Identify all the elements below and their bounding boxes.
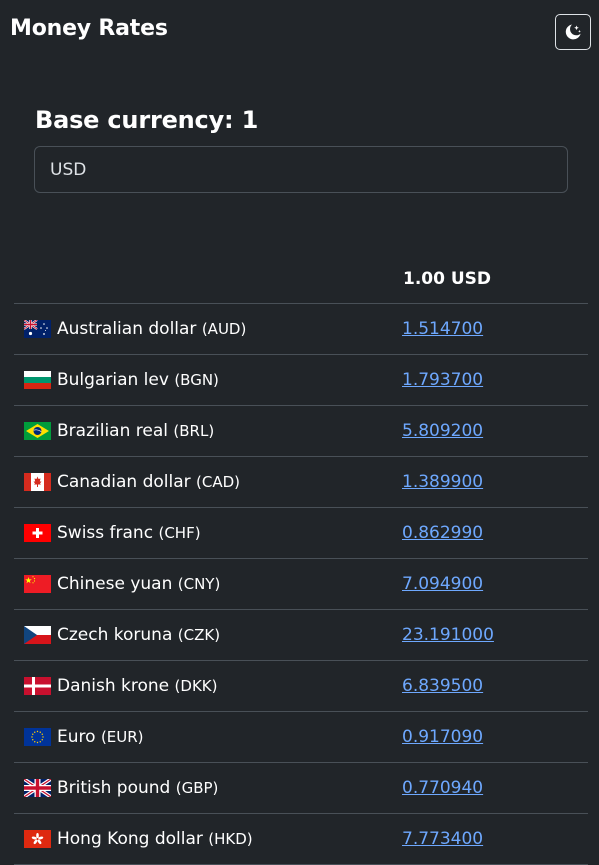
currency-code: (CNY) — [177, 575, 221, 593]
currency-name-text: Euro — [57, 727, 96, 747]
currency-name-text: Canadian dollar — [57, 472, 191, 492]
currency-name-text: Hong Kong dollar — [57, 829, 203, 849]
rate-link[interactable]: 0.917090 — [402, 727, 483, 747]
currency-name: Australian dollar (AUD) — [57, 319, 246, 339]
table-row: Australian dollar (AUD) 1.514700 — [14, 304, 588, 355]
flag-bg-icon — [24, 371, 51, 389]
currency-name-text: Swiss franc — [57, 523, 154, 543]
flag-cn-icon — [24, 575, 51, 593]
currency-name-text: Czech koruna — [57, 625, 173, 645]
currency-code: (DKK) — [174, 677, 218, 695]
table-row: British pound (GBP) 0.770940 — [14, 763, 588, 814]
flag-ca-icon — [24, 473, 51, 491]
table-row: Hong Kong dollar (HKD) 7.773400 — [14, 814, 588, 865]
flag-ch-icon — [24, 524, 51, 542]
currency-name: Euro (EUR) — [57, 727, 144, 747]
table-row: Euro (EUR) 0.917090 — [14, 712, 588, 763]
table-row: Swiss franc (CHF) 0.862990 — [14, 508, 588, 559]
rates-table-body: Australian dollar (AUD) 1.514700 Bulgaria… — [14, 304, 588, 865]
rates-table: 1.00 USD Australian dollar (AUD) 1.514700… — [14, 252, 588, 865]
flag-dk-icon — [24, 677, 51, 695]
rate-link[interactable]: 7.094900 — [402, 574, 483, 594]
rate-link[interactable]: 7.773400 — [402, 829, 483, 849]
table-row: Brazilian real (BRL) 5.809200 — [14, 406, 588, 457]
currency-name: Czech koruna (CZK) — [57, 625, 220, 645]
table-row: Czech koruna (CZK) 23.191000 — [14, 610, 588, 661]
flag-br-icon — [24, 422, 51, 440]
rates-header-value: 1.00 USD — [403, 269, 492, 289]
rate-link[interactable]: 1.514700 — [402, 319, 483, 339]
currency-name: Chinese yuan (CNY) — [57, 574, 220, 594]
table-row: Danish krone (DKK) 6.839500 — [14, 661, 588, 712]
currency-code: (GBP) — [175, 779, 219, 797]
base-currency-label: Base currency: 1 — [35, 106, 259, 134]
rates-table-header: 1.00 USD — [14, 252, 588, 304]
currency-name: Swiss franc (CHF) — [57, 523, 201, 543]
currency-name: Hong Kong dollar (HKD) — [57, 829, 253, 849]
table-row: Canadian dollar (CAD) 1.389900 — [14, 457, 588, 508]
currency-name: Danish krone (DKK) — [57, 676, 217, 696]
table-row: Bulgarian lev (BGN) 1.793700 — [14, 355, 588, 406]
theme-toggle-button[interactable] — [555, 14, 591, 50]
rate-link[interactable]: 23.191000 — [402, 625, 494, 645]
currency-name-text: British pound — [57, 778, 171, 798]
rate-link[interactable]: 1.389900 — [402, 472, 483, 492]
table-row: Chinese yuan (CNY) 7.094900 — [14, 559, 588, 610]
currency-name-text: Australian dollar — [57, 319, 197, 339]
flag-hk-icon — [24, 830, 51, 848]
rate-link[interactable]: 1.793700 — [402, 370, 483, 390]
flag-eu-icon — [24, 728, 51, 746]
currency-code: (HKD) — [208, 830, 253, 848]
currency-name: British pound (GBP) — [57, 778, 218, 798]
currency-code: (CHF) — [158, 524, 201, 542]
currency-name-text: Chinese yuan — [57, 574, 173, 594]
flag-gb-icon — [23, 777, 52, 799]
currency-name: Brazilian real (BRL) — [57, 421, 214, 441]
app-title: Money Rates — [10, 16, 168, 41]
currency-name-text: Danish krone — [57, 676, 170, 696]
flag-au-icon — [23, 319, 51, 338]
currency-name-text: Brazilian real — [57, 421, 168, 441]
currency-name-text: Bulgarian lev — [57, 370, 169, 390]
currency-code: (CAD) — [196, 473, 241, 491]
currency-name: Canadian dollar (CAD) — [57, 472, 240, 492]
currency-code: (BGN) — [174, 371, 219, 389]
rate-link[interactable]: 5.809200 — [402, 421, 483, 441]
currency-name: Bulgarian lev (BGN) — [57, 370, 219, 390]
currency-code: (BRL) — [173, 422, 215, 440]
moon-stars-icon — [565, 24, 581, 40]
currency-code: (AUD) — [201, 320, 247, 338]
rate-link[interactable]: 6.839500 — [402, 676, 483, 696]
currency-code: (CZK) — [177, 626, 221, 644]
currency-code: (EUR) — [100, 728, 144, 746]
rate-link[interactable]: 0.770940 — [402, 778, 483, 798]
rate-link[interactable]: 0.862990 — [402, 523, 483, 543]
base-currency-input[interactable] — [34, 146, 568, 193]
flag-cz-icon — [24, 626, 51, 644]
